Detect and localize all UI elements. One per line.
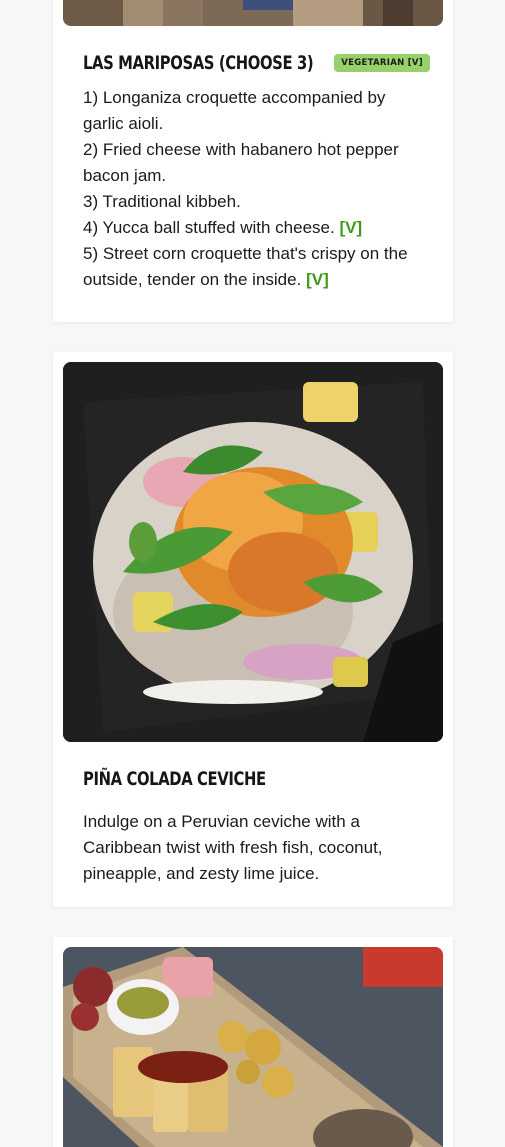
vegetarian-tag: [V] — [306, 270, 329, 289]
option-line: 1) Longaniza croquette accompanied by ga… — [83, 88, 386, 133]
option-line: 2) Fried cheese with habanero hot pepper… — [83, 140, 399, 185]
dish-title: LAS MARIPOSAS (CHOOSE 3) — [83, 52, 314, 74]
option-line: 5) Street corn croquette that's crispy o… — [83, 244, 408, 289]
option-line: 4) Yucca ball stuffed with cheese. [V] — [83, 218, 363, 237]
dish-description: 1) Longaniza croquette accompanied by ga… — [83, 85, 428, 293]
dish-photo — [63, 0, 443, 26]
dish-title: PIÑA COLADA CEVICHE — [83, 768, 266, 790]
menu-item-card: LAS MARIPOSAS (CHOOSE 3) VEGETARIAN [V] … — [53, 0, 453, 322]
vegetarian-tag: [V] — [339, 218, 363, 237]
menu-item-card — [53, 937, 453, 1147]
vegetarian-badge: VEGETARIAN [V] — [334, 54, 430, 72]
menu-item-card: PIÑA COLADA CEVICHE Indulge on a Peruvia… — [53, 352, 453, 907]
dish-photo — [63, 362, 443, 742]
dish-description: Indulge on a Peruvian ceviche with a Car… — [83, 812, 383, 883]
dish-photo — [63, 947, 443, 1147]
option-line: 3) Traditional kibbeh. — [83, 192, 241, 211]
menu-page: LAS MARIPOSAS (CHOOSE 3) VEGETARIAN [V] … — [0, 0, 505, 1147]
